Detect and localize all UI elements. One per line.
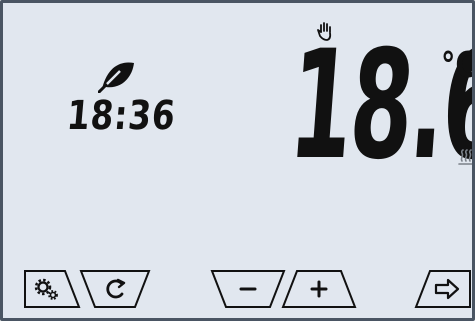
increase-button[interactable] [281, 269, 357, 309]
exit-button[interactable] [414, 269, 472, 309]
refresh-icon [106, 278, 126, 299]
clock-time: 18:36 [65, 93, 178, 139]
exit-arrow-icon [434, 278, 460, 300]
thermostat-display: 18:36 18.6 °C [0, 0, 475, 321]
heating-flame-icon [457, 149, 472, 171]
leaf-icon [97, 59, 136, 97]
plus-icon [310, 280, 328, 298]
gears-icon [34, 278, 58, 300]
temperature-unit: °C [441, 45, 475, 86]
settings-button[interactable] [23, 269, 81, 309]
refresh-button[interactable] [79, 269, 151, 309]
decrease-button[interactable] [210, 269, 286, 309]
